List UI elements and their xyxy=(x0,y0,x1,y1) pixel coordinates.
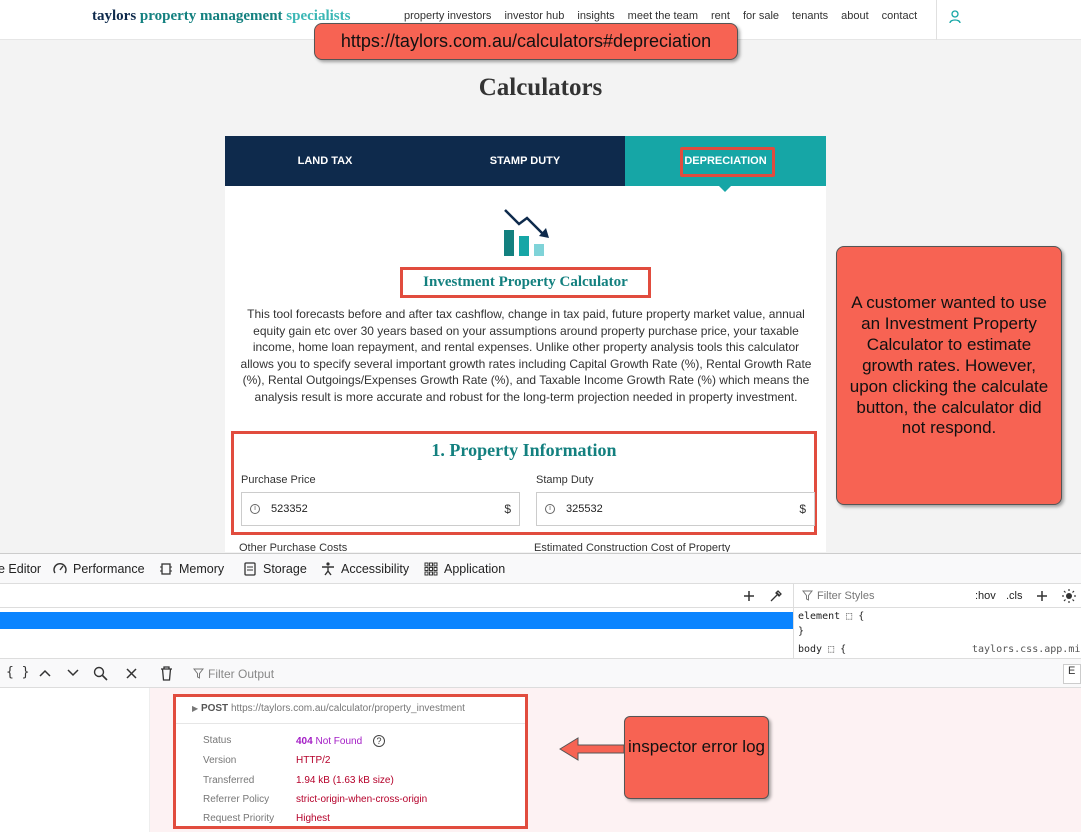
nav-link-meet-the-team[interactable]: meet the team xyxy=(628,10,698,22)
tab-accessibility[interactable]: Accessibility xyxy=(321,562,409,576)
nav-link-for-sale[interactable]: for sale xyxy=(743,10,779,22)
stamp-duty-label: Stamp Duty xyxy=(536,474,594,486)
nav-link-tenants[interactable]: tenants xyxy=(792,10,828,22)
eyedropper-icon[interactable] xyxy=(769,589,783,603)
chart-down-icon xyxy=(504,209,549,256)
nav-link-about[interactable]: about xyxy=(841,10,869,22)
application-icon xyxy=(424,562,438,576)
user-icon[interactable] xyxy=(949,10,961,24)
status-key: Status xyxy=(203,735,232,746)
stamp-duty-input[interactable]: i 325532 $ xyxy=(536,492,815,526)
trash-icon[interactable] xyxy=(160,666,173,681)
calculator-title-highlight: Investment Property Calculator xyxy=(400,267,651,298)
chevron-down-icon[interactable] xyxy=(67,669,79,677)
divider xyxy=(176,723,525,724)
version-key: Version xyxy=(203,755,237,766)
section-title: 1. Property Information xyxy=(431,440,617,460)
console-gutter xyxy=(0,688,150,832)
nav-link-investor-hub[interactable]: investor hub xyxy=(504,10,564,22)
info-icon[interactable]: i xyxy=(250,504,260,514)
nav-divider xyxy=(936,0,937,40)
chevron-up-icon[interactable] xyxy=(39,669,51,677)
storage-icon xyxy=(244,562,256,576)
request-priority-key: Request Priority xyxy=(203,813,275,824)
arrow-left-icon xyxy=(559,737,625,761)
site-logo[interactable]: taylors property management specialists xyxy=(92,8,350,25)
light-theme-icon[interactable] xyxy=(1062,589,1076,603)
console-toolbar: { } Filter Output E xyxy=(0,658,1081,688)
currency-symbol: $ xyxy=(504,502,511,516)
network-error-entry[interactable]: ▶ POST https://taylors.com.au/calculator… xyxy=(173,694,528,829)
referrer-policy-value: strict-origin-when-cross-origin xyxy=(296,794,428,805)
info-icon[interactable]: i xyxy=(545,504,555,514)
issue-note-callout: A customer wanted to use an Investment P… xyxy=(836,246,1062,505)
construction-cost-label: Estimated Construction Cost of Property xyxy=(534,542,731,552)
url-callout: https://taylors.com.au/calculators#depre… xyxy=(314,23,738,60)
purchase-price-value: 523352 xyxy=(271,503,308,515)
transferred-value: 1.94 kB (1.63 kB size) xyxy=(296,775,394,786)
cls-toggle[interactable]: .cls xyxy=(1006,590,1023,602)
other-purchase-costs-label: Other Purchase Costs xyxy=(239,542,348,552)
inspector-toolbar xyxy=(0,584,793,608)
inspector-callout: inspector error log xyxy=(624,716,769,799)
style-rule-close: } xyxy=(798,626,805,637)
tab-application[interactable]: Application xyxy=(424,562,505,576)
style-source-link[interactable]: taylors.css.app.mi xyxy=(972,644,1080,655)
tab-performance[interactable]: Performance xyxy=(53,562,145,576)
page-title: Calculators xyxy=(478,74,603,101)
styles-filter-bar: Filter Styles :hov .cls xyxy=(794,584,1081,608)
tab-storage[interactable]: Storage xyxy=(243,562,307,576)
tab-land-tax[interactable]: LAND TAX xyxy=(225,136,425,186)
memory-icon xyxy=(160,563,172,575)
tab-style-editor[interactable]: e Editor xyxy=(0,562,41,576)
nav-link-contact[interactable]: contact xyxy=(882,10,917,22)
filter-icon xyxy=(802,590,813,601)
close-icon[interactable] xyxy=(126,668,137,679)
filter-styles-input[interactable]: Filter Styles xyxy=(817,590,874,602)
nav-link-property-investors[interactable]: property investors xyxy=(404,10,491,22)
version-value: HTTP/2 xyxy=(296,755,331,766)
tab-memory[interactable]: Memory xyxy=(159,562,224,576)
devtools-panel: e Editor Performance Memory Storage Acce… xyxy=(0,553,1081,832)
stamp-duty-value: 325532 xyxy=(566,503,603,515)
expand-triangle-icon[interactable]: ▶ xyxy=(192,704,198,713)
selected-node-row[interactable] xyxy=(0,612,793,629)
tab-highlight-box xyxy=(680,147,775,177)
tab-stamp-duty[interactable]: STAMP DUTY xyxy=(425,136,625,186)
performance-icon xyxy=(53,563,67,574)
calculator-description: This tool forecasts before and after tax… xyxy=(240,307,812,404)
hov-toggle[interactable]: :hov xyxy=(975,590,996,602)
referrer-policy-key: Referrer Policy xyxy=(203,794,270,805)
console-options[interactable]: E xyxy=(1063,664,1081,684)
calculator-card: LAND TAX STAMP DUTY DEPRECIATION Investm… xyxy=(225,136,826,552)
status-value: 404 Not Found ? xyxy=(296,735,385,747)
purchase-price-label: Purchase Price xyxy=(241,474,316,486)
devtools-tabs: e Editor Performance Memory Storage Acce… xyxy=(0,554,1081,584)
transferred-key: Transferred xyxy=(203,775,255,786)
request-header[interactable]: ▶ POST https://taylors.com.au/calculator… xyxy=(192,703,465,714)
request-priority-value: Highest xyxy=(296,813,330,824)
style-rule-body: body ⬚ { xyxy=(798,644,847,655)
nav-link-insights[interactable]: insights xyxy=(577,10,614,22)
property-information-section: 1. Property Information Purchase Price i… xyxy=(231,431,817,535)
style-rule-element: element ⬚ { xyxy=(798,611,865,622)
add-node-icon[interactable] xyxy=(743,590,755,602)
pretty-print-icon[interactable]: { } xyxy=(6,665,29,680)
filter-output-input[interactable]: Filter Output xyxy=(208,667,274,681)
calculator-title: Investment Property Calculator xyxy=(423,274,628,290)
accessibility-icon xyxy=(322,562,334,576)
nav-link-rent[interactable]: rent xyxy=(711,10,730,22)
filter-icon xyxy=(193,668,204,679)
help-icon[interactable]: ? xyxy=(372,735,385,747)
purchase-price-input[interactable]: i 523352 $ xyxy=(241,492,520,526)
request-url[interactable]: https://taylors.com.au/calculator/proper… xyxy=(231,703,465,714)
add-rule-icon[interactable] xyxy=(1036,590,1048,602)
zoom-search-icon[interactable] xyxy=(93,666,108,681)
nav-links: property investors investor hub insights… xyxy=(404,10,930,22)
currency-symbol: $ xyxy=(799,502,806,516)
